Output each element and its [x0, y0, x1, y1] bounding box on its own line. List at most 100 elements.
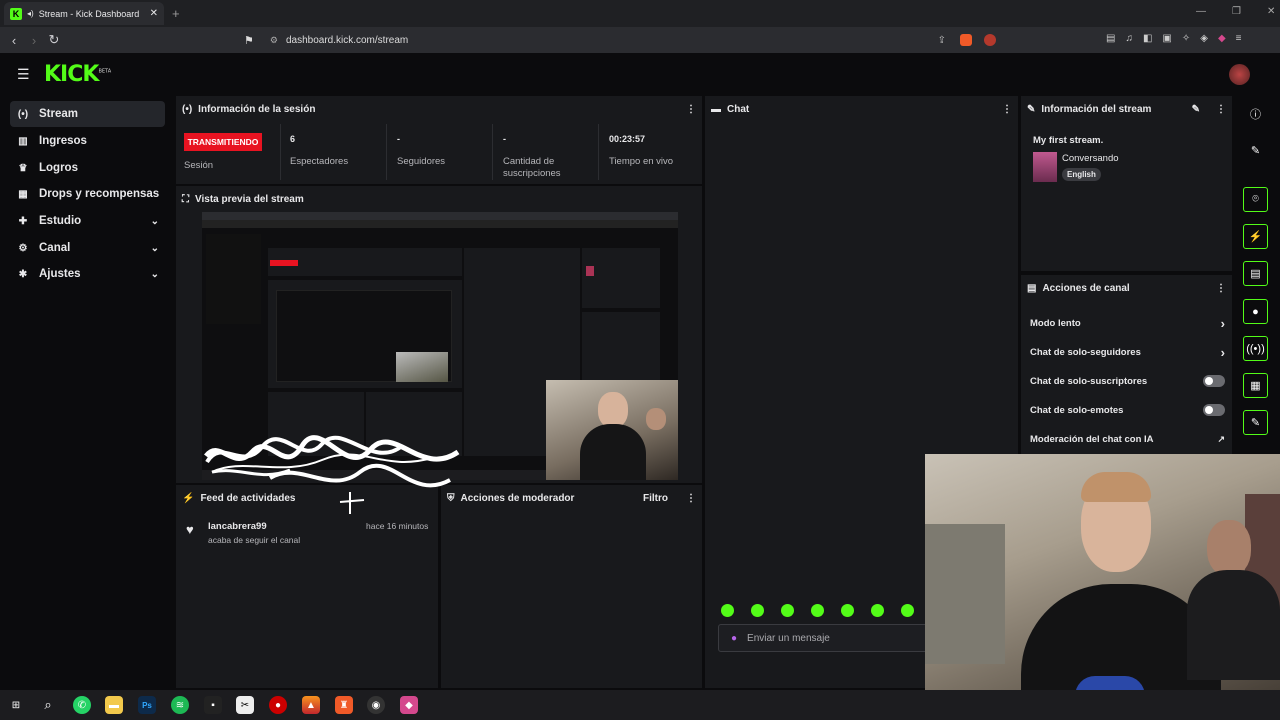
emote-icon[interactable]	[901, 604, 914, 617]
photoshop-icon[interactable]: Ps	[138, 696, 156, 714]
info-icon[interactable]: ⓘ	[1243, 101, 1268, 126]
brave-rewards-icon[interactable]	[984, 34, 996, 46]
sidebar-item-logros[interactable]: ♛ Logros	[10, 155, 165, 181]
emote-icon[interactable]	[811, 604, 824, 617]
more-icon[interactable]: ⋮	[1216, 283, 1226, 294]
emote-icon[interactable]	[751, 604, 764, 617]
maximize-icon[interactable]: ❐	[1232, 6, 1241, 17]
wrench-icon[interactable]: ✎	[1243, 410, 1268, 435]
sidebar: (•) Stream ▥ Ingresos ♛ Logros ▦ Drops y rec…	[0, 93, 175, 688]
music-icon[interactable]: ♫	[1125, 33, 1133, 44]
emote-icon[interactable]	[721, 604, 734, 617]
actions-icon[interactable]: ▦	[1243, 373, 1268, 398]
kick-logo[interactable]: KICKBETA	[44, 62, 111, 87]
capcut-icon[interactable]: ✂	[236, 696, 254, 714]
sidebar-item-label: Stream	[39, 108, 78, 120]
new-tab-icon[interactable]: +	[172, 6, 180, 21]
sidebar-item-stream[interactable]: (•) Stream	[10, 101, 165, 127]
whatsapp-icon[interactable]: ✆	[73, 696, 91, 714]
bookmark-icon[interactable]: ⚑	[244, 34, 254, 47]
filter-button[interactable]: Filtro	[643, 493, 668, 504]
obs-icon[interactable]: ◉	[367, 696, 385, 714]
window-close-icon[interactable]: ✕	[1267, 6, 1275, 17]
channel-action-ai-moderation[interactable]: Moderación del chat con IA ↗	[1030, 434, 1225, 445]
scan-icon[interactable]: ⌾	[1243, 187, 1268, 212]
browser-tab[interactable]: K ◂) Stream - Kick Dashboard ✕	[4, 2, 164, 25]
search-icon[interactable]: ⌕	[39, 696, 57, 714]
file-explorer-icon[interactable]: ▬	[105, 696, 123, 714]
os-taskbar	[0, 690, 1280, 720]
sidebar-item-canal[interactable]: ⚙ Canal ⌄	[10, 235, 165, 261]
forward-icon[interactable]: ›	[24, 33, 44, 48]
recorder-icon[interactable]: ●	[269, 696, 287, 714]
emotes-only-toggle[interactable]	[1203, 404, 1225, 416]
sidebar-item-drops[interactable]: ▦ Drops y recompensas	[10, 181, 165, 207]
activity-action: acaba de seguir el canal	[208, 535, 301, 545]
close-tab-icon[interactable]: ✕	[150, 8, 158, 19]
chevron-right-icon: ›	[1220, 316, 1225, 331]
more-icon[interactable]: ⋮	[686, 493, 696, 504]
site-info-icon[interactable]: ⚙	[270, 35, 278, 46]
more-icon[interactable]: ⋮	[1002, 104, 1012, 115]
sidebar-item-label: Logros	[39, 162, 78, 174]
spotify-icon[interactable]: ≋	[171, 696, 189, 714]
brave-icon[interactable]: ♜	[335, 696, 353, 714]
wallet-icon[interactable]: ▣	[1162, 33, 1171, 44]
kick-header	[0, 53, 1280, 93]
chevron-down-icon: ⌄	[150, 242, 159, 254]
category-thumbnail[interactable]	[1033, 152, 1057, 182]
url-field[interactable]: ⚑ ⚙ dashboard.kick.com/stream ⇪	[244, 30, 996, 50]
windows-start-icon[interactable]: ⊞	[7, 696, 25, 714]
edit-icon[interactable]: ✎	[1243, 138, 1268, 163]
nested-browser-bar	[202, 212, 678, 220]
more-icon[interactable]: ⋮	[1216, 104, 1226, 115]
emote-icon[interactable]	[841, 604, 854, 617]
microphone-icon[interactable]: ●	[731, 633, 737, 644]
stat-label: Seguidores	[397, 156, 446, 167]
subscribers-only-toggle[interactable]	[1203, 375, 1225, 387]
panel-title: Información de la sesión	[198, 103, 316, 115]
sidebar-toggle-icon[interactable]: ◧	[1143, 33, 1152, 44]
studio-icon: ✚	[18, 215, 28, 227]
broadcast-icon[interactable]: ((•))	[1243, 336, 1268, 361]
emote-icon[interactable]	[871, 604, 884, 617]
chat-bubble-icon[interactable]: ●	[1243, 299, 1268, 324]
channel-action-slow-mode[interactable]: Modo lento ›	[1030, 316, 1225, 331]
fl-studio-icon[interactable]: ▲	[302, 696, 320, 714]
brave-shields-icon[interactable]	[960, 34, 972, 46]
reader-icon[interactable]: ▤	[1106, 33, 1115, 44]
sidebar-item-estudio[interactable]: ✚ Estudio ⌄	[10, 208, 165, 234]
minimize-icon[interactable]: —	[1196, 6, 1206, 17]
sidebar-item-ingresos[interactable]: ▥ Ingresos	[10, 128, 165, 154]
vpn-icon[interactable]: ◈	[1200, 33, 1208, 44]
back-icon[interactable]: ‹	[4, 33, 24, 48]
stat-viewers: 6 Espectadores	[290, 134, 348, 168]
sidebar-item-ajustes[interactable]: ✱ Ajustes ⌄	[10, 261, 165, 287]
lightning-icon[interactable]: ⚡	[1243, 224, 1268, 249]
person-2-body	[1187, 570, 1280, 680]
activity-user[interactable]: lancabrera99	[208, 521, 267, 532]
category-name[interactable]: Conversando	[1062, 153, 1119, 164]
emote-icon[interactable]	[781, 604, 794, 617]
extension-icon[interactable]: ◆	[1218, 33, 1226, 44]
hamburger-icon[interactable]: ☰	[17, 66, 30, 83]
stat-value: -	[397, 134, 400, 144]
app-icon[interactable]: ◆	[400, 696, 418, 714]
lightning-icon: ⚡	[182, 492, 195, 504]
edit-icon[interactable]: ✎	[1192, 104, 1200, 115]
reload-icon[interactable]: ↻	[44, 32, 64, 48]
person-2-head	[1207, 520, 1251, 576]
menu-icon[interactable]: ≡	[1236, 33, 1242, 44]
share-icon[interactable]: ⇪	[938, 35, 946, 46]
leo-icon[interactable]: ✧	[1182, 33, 1190, 44]
app-icon[interactable]: ▪	[204, 696, 222, 714]
document-icon[interactable]: ▤	[1243, 261, 1268, 286]
channel-action-emotes-only: Chat de solo-emotes	[1030, 404, 1225, 416]
channel-action-followers-only[interactable]: Chat de solo-seguidores ›	[1030, 345, 1225, 360]
avatar[interactable]	[1229, 64, 1250, 85]
panel-title: Acciones de moderador	[460, 492, 575, 504]
nested-address-bar	[202, 220, 678, 228]
chat-input[interactable]: ● Enviar un mensaje	[718, 624, 928, 652]
revenue-icon: ▥	[18, 135, 28, 147]
more-icon[interactable]: ⋮	[686, 104, 696, 115]
